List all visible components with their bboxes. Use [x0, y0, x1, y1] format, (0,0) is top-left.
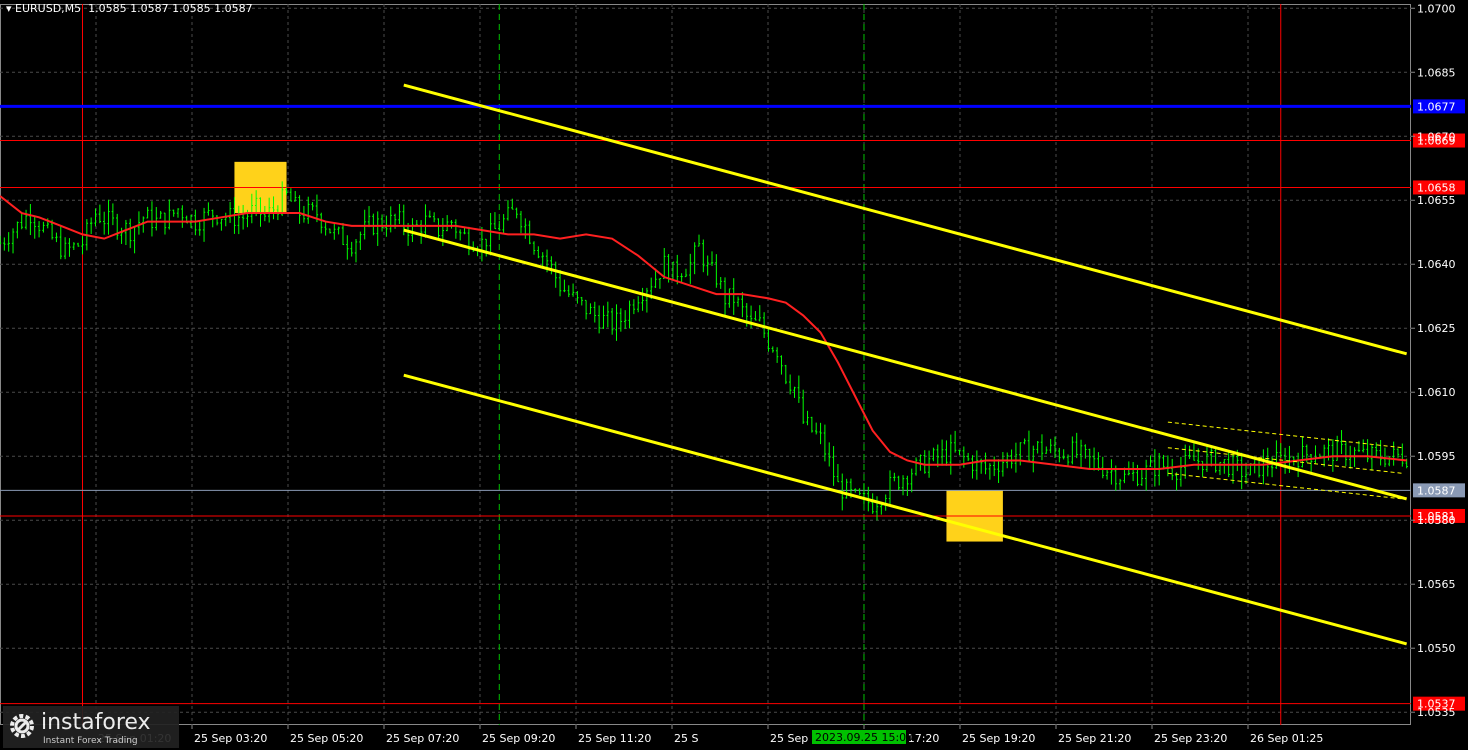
y-tick-label: 1.0565 — [1417, 578, 1456, 591]
plot-frame — [0, 4, 1411, 725]
level-label: 1.0587 — [1417, 484, 1456, 497]
level-label: 1.0658 — [1417, 181, 1456, 194]
y-tick-label: 1.0550 — [1417, 642, 1456, 655]
x-tick-label: 25 Sep 19:20 — [962, 732, 1035, 745]
x-tick-label: 25 S — [674, 732, 698, 745]
symbol-label: EURUSD,M5 — [15, 2, 82, 15]
x-tick-label: 26 Sep 01:25 — [1250, 732, 1323, 745]
cursor-time-label: 2023.09.25 15:00 — [815, 731, 913, 744]
minor-channel-line — [1167, 472, 1403, 500]
x-tick-label: 25 Sep 23:20 — [1154, 732, 1227, 745]
x-tick-label: 25 Sep 09:20 — [482, 732, 555, 745]
symbol-dropdown-icon[interactable]: ▾ — [6, 2, 15, 15]
level-label: 1.0677 — [1417, 100, 1456, 113]
price-chart[interactable]: 1.06771.06691.06581.05871.05811.0537 1.0… — [0, 0, 1468, 750]
y-tick-label: 1.0670 — [1417, 130, 1456, 143]
ma-line — [0, 195, 1407, 471]
x-tick-label: 25 Sep 21:20 — [1058, 732, 1131, 745]
highlight-zones — [234, 161, 1003, 542]
y-tick-label: 1.0640 — [1417, 258, 1456, 271]
y-tick-label: 1.0610 — [1417, 386, 1456, 399]
instaforex-logo: instaforex Instant Forex Trading — [3, 706, 179, 748]
logo-wordmark: instaforex — [41, 710, 151, 735]
chart-grid — [0, 4, 1411, 725]
channel-line — [403, 373, 1408, 646]
y-tick-label: 1.0655 — [1417, 194, 1456, 207]
x-tick-label: 25 Sep 03:20 — [194, 732, 267, 745]
trend-channels — [403, 83, 1408, 646]
x-tick-label: 25 Sep 11:20 — [578, 732, 651, 745]
level-lines: 1.06771.06691.06581.05871.05811.0537 — [0, 99, 1465, 711]
channel-line — [403, 83, 1408, 356]
y-tick-label: 1.0685 — [1417, 66, 1456, 79]
moving-average — [0, 195, 1407, 471]
ohlc-readout: 1.0585 1.0587 1.0585 1.0587 — [88, 2, 253, 15]
time-axis: 25 Sep 01:2025 Sep 03:2025 Sep 05:2025 S… — [95, 725, 1323, 745]
y-tick-label: 1.0595 — [1417, 450, 1456, 463]
y-tick-label: 1.0535 — [1417, 706, 1456, 719]
gear-logo-icon — [10, 714, 34, 738]
x-tick-label: 25 Sep 07:20 — [386, 732, 459, 745]
vertical-session-lines — [81, 4, 1282, 725]
y-tick-label: 1.0700 — [1417, 2, 1456, 15]
chart-header: ▾ EURUSD,M5 1.0585 1.0587 1.0585 1.0587 — [6, 2, 253, 15]
y-tick-label: 1.0580 — [1417, 514, 1456, 527]
x-tick-label: 25 Sep 05:20 — [290, 732, 363, 745]
y-tick-label: 1.0625 — [1417, 322, 1456, 335]
price-candles — [0, 181, 1408, 521]
logo-tagline: Instant Forex Trading — [43, 736, 138, 746]
